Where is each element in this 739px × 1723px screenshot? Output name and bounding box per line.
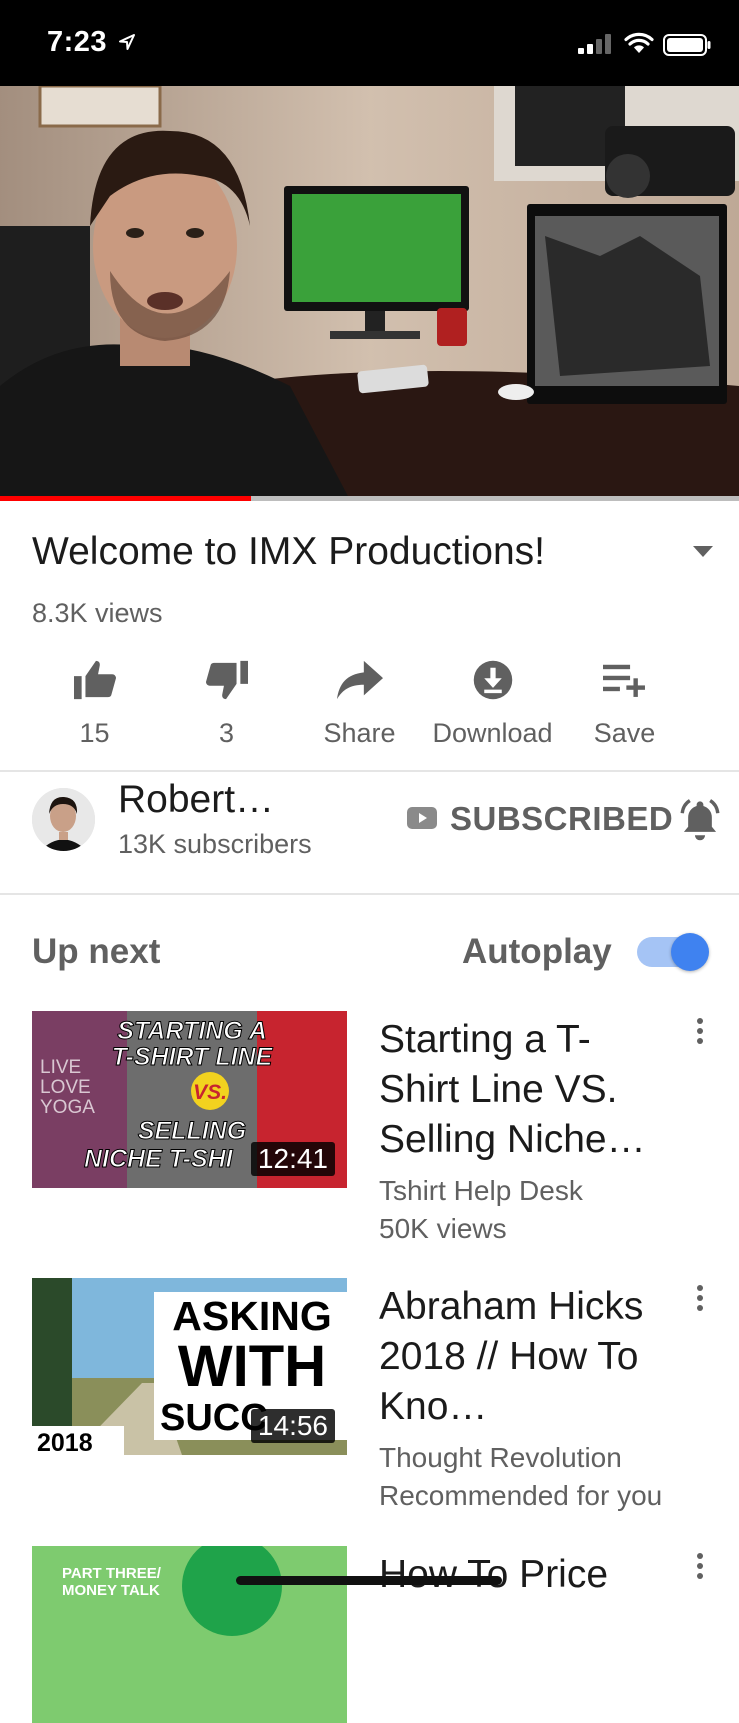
video-progress-fill <box>0 496 252 501</box>
video-frame-image <box>0 86 739 500</box>
youtube-play-icon <box>407 807 437 834</box>
video-thumbnail[interactable]: LIVE LOVE YOGA STARTING A T-SHIRT LINE V… <box>32 1011 347 1188</box>
cellular-signal-icon <box>578 34 614 59</box>
video-meta: 50K views <box>379 1213 507 1244</box>
status-bar: 7:23 <box>0 0 739 86</box>
save-button[interactable]: Save <box>557 656 692 749</box>
autoplay-label: Autoplay <box>462 932 612 971</box>
download-label: Download <box>432 718 553 748</box>
video-channel: Thought Revolution <box>379 1442 622 1473</box>
wifi-icon <box>624 32 654 59</box>
video-thumbnail[interactable]: PART THREE/ MONEY TALK <box>32 1546 347 1723</box>
video-duration: 12:41 <box>250 1142 335 1176</box>
video-title[interactable]: How To Price <box>379 1550 669 1600</box>
video-meta: Recommended for you <box>379 1480 663 1511</box>
video-duration: 14:56 <box>250 1409 335 1443</box>
more-options-icon[interactable] <box>696 1284 704 1317</box>
more-options-icon[interactable] <box>696 1552 704 1585</box>
svg-text:STARTING A: STARTING A <box>117 1017 267 1045</box>
share-icon <box>292 656 427 704</box>
up-next-heading: Up next <box>32 932 161 971</box>
divider <box>0 893 739 895</box>
video-actions-bar: 15 3 Share Download Save <box>27 656 719 756</box>
thumbs-down-icon <box>159 656 294 704</box>
svg-text:LIVE: LIVE <box>40 1057 81 1078</box>
svg-text:2018: 2018 <box>37 1429 93 1455</box>
svg-text:LOVE: LOVE <box>40 1077 91 1098</box>
subscribed-button[interactable]: SUBSCRIBED <box>450 800 673 838</box>
save-playlist-icon <box>557 656 692 704</box>
video-progress-bar[interactable] <box>0 496 739 501</box>
dislike-button[interactable]: 3 <box>159 656 294 749</box>
video-title[interactable]: Abraham Hicks 2018 // How To Kno… <box>379 1282 669 1432</box>
thumbs-up-icon <box>27 656 162 704</box>
save-label: Save <box>593 718 656 748</box>
svg-text:NICHE T-SHI: NICHE T-SHI <box>84 1145 234 1173</box>
more-options-icon[interactable] <box>696 1017 704 1050</box>
video-title: Welcome to IMX Productions! <box>32 530 545 573</box>
notification-bell-icon[interactable] <box>679 798 721 847</box>
share-label: Share <box>323 718 396 748</box>
svg-text:T-SHIRT LINE: T-SHIRT LINE <box>112 1043 274 1071</box>
video-player[interactable] <box>0 86 739 500</box>
location-arrow-icon <box>118 33 136 56</box>
video-title[interactable]: Starting a T-Shirt Line VS. Selling Nich… <box>379 1015 669 1165</box>
svg-text:YOGA: YOGA <box>40 1097 95 1118</box>
channel-name[interactable]: Robert… <box>118 778 274 822</box>
download-icon <box>425 656 560 704</box>
share-button[interactable]: Share <box>292 656 427 749</box>
home-indicator <box>236 1576 502 1585</box>
battery-icon <box>663 34 711 61</box>
autoplay-toggle-knob[interactable] <box>671 933 709 971</box>
dislike-count: 3 <box>218 718 235 748</box>
channel-avatar[interactable] <box>32 788 95 851</box>
video-channel: Tshirt Help Desk <box>379 1175 583 1206</box>
video-view-count: 8.3K views <box>32 598 163 628</box>
download-button[interactable]: Download <box>425 656 560 749</box>
svg-text:PART THREE/: PART THREE/ <box>62 1565 162 1582</box>
svg-text:MONEY TALK: MONEY TALK <box>62 1582 160 1599</box>
svg-text:WITH: WITH <box>178 1334 326 1399</box>
like-count: 15 <box>79 718 110 748</box>
channel-subscriber-count: 13K subscribers <box>118 829 312 859</box>
status-time: 7:23 <box>47 26 108 58</box>
expand-description-icon[interactable] <box>693 545 713 563</box>
svg-text:SELLING: SELLING <box>138 1117 246 1145</box>
divider <box>0 770 739 772</box>
svg-text:ASKING: ASKING <box>172 1293 331 1339</box>
video-thumbnail[interactable]: ASKING WITH SUCC 2018 14:56 <box>32 1278 347 1455</box>
like-button[interactable]: 15 <box>27 656 162 749</box>
svg-text:VS.: VS. <box>193 1081 227 1104</box>
